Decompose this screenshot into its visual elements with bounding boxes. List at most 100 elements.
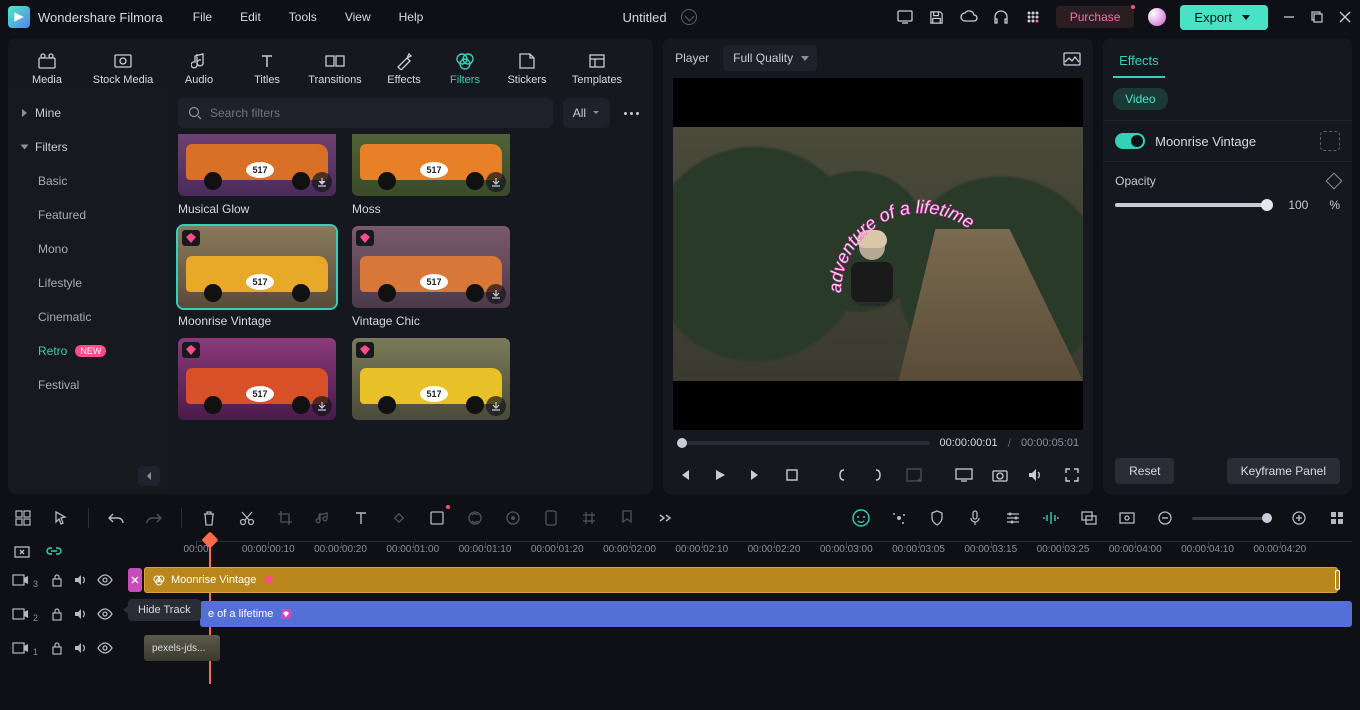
prev-frame-button[interactable]: [673, 464, 695, 486]
mute-track-button[interactable]: [73, 572, 89, 588]
tab-filters[interactable]: Filters: [436, 44, 494, 90]
opacity-slider[interactable]: [1115, 203, 1267, 207]
color-sync-icon[interactable]: [464, 507, 486, 529]
download-icon[interactable]: [312, 396, 332, 416]
render-icon[interactable]: [1116, 507, 1138, 529]
marker-icon[interactable]: [616, 507, 638, 529]
hide-track-button[interactable]: [97, 606, 113, 622]
ai-assistant-icon[interactable]: [850, 507, 872, 529]
screen-icon[interactable]: [896, 8, 914, 26]
mark-out-button[interactable]: [867, 464, 889, 486]
cloud-icon[interactable]: [960, 8, 978, 26]
music-edit-icon[interactable]: [312, 507, 334, 529]
download-icon[interactable]: [486, 172, 506, 192]
fit-timeline-button[interactable]: [1326, 507, 1348, 529]
preview-viewport[interactable]: adventure of a lifetime: [673, 78, 1083, 430]
tab-media[interactable]: Media: [10, 44, 84, 90]
layers-icon[interactable]: [1078, 507, 1100, 529]
tab-stickers[interactable]: Stickers: [496, 44, 558, 90]
lock-track-button[interactable]: [49, 640, 65, 656]
snapshot-icon[interactable]: [1063, 50, 1081, 66]
cut-button[interactable]: [236, 507, 258, 529]
pointer-tool-icon[interactable]: [50, 507, 72, 529]
undo-button[interactable]: [105, 507, 127, 529]
tab-audio[interactable]: Audio: [162, 44, 236, 90]
redo-button[interactable]: [143, 507, 165, 529]
mic-icon[interactable]: [964, 507, 986, 529]
track-type-icon[interactable]: [12, 606, 28, 622]
sidebar-item-mine[interactable]: Mine: [8, 96, 168, 130]
headphones-icon[interactable]: [992, 8, 1010, 26]
tab-transitions[interactable]: Transitions: [298, 44, 372, 90]
layout-grid-icon[interactable]: [12, 507, 34, 529]
sidebar-sub-cinematic[interactable]: Cinematic: [8, 300, 168, 334]
beat-detect-icon[interactable]: [1040, 507, 1062, 529]
sidebar-collapse-button[interactable]: [138, 466, 160, 486]
export-button[interactable]: Export: [1180, 5, 1268, 30]
effect-reset-icon[interactable]: [1320, 131, 1340, 151]
display-mode-button[interactable]: [953, 464, 975, 486]
download-icon[interactable]: [312, 172, 332, 192]
tab-titles[interactable]: Titles: [238, 44, 296, 90]
crop-view-button[interactable]: [903, 464, 925, 486]
effect-clip[interactable]: Moonrise Vintage: [144, 567, 1338, 593]
effects-tab[interactable]: Effects: [1113, 45, 1165, 78]
link-tracks-button[interactable]: [44, 541, 64, 561]
filter-thumb-vintage-chic[interactable]: 517: [352, 226, 510, 308]
effect-clip-handle[interactable]: [128, 568, 142, 592]
zoom-in-button[interactable]: [1288, 507, 1310, 529]
shield-icon[interactable]: [926, 507, 948, 529]
crop-button[interactable]: [274, 507, 296, 529]
speed-button[interactable]: [426, 507, 448, 529]
mute-track-button[interactable]: [73, 606, 89, 622]
mask-icon[interactable]: [540, 507, 562, 529]
sidebar-sub-basic[interactable]: Basic: [8, 164, 168, 198]
sidebar-item-filters[interactable]: Filters: [8, 130, 168, 164]
filter-thumb[interactable]: 517: [178, 134, 336, 196]
sidebar-sub-retro[interactable]: RetroNEW: [8, 334, 168, 368]
minimize-button[interactable]: [1282, 10, 1296, 24]
filter-thumb[interactable]: 517: [178, 338, 336, 420]
track-type-icon[interactable]: [12, 572, 28, 588]
cloud-sync-icon[interactable]: [681, 9, 697, 25]
volume-button[interactable]: [1025, 464, 1047, 486]
color-wheel-icon[interactable]: [502, 507, 524, 529]
scrub-bar[interactable]: [677, 441, 929, 445]
mute-track-button[interactable]: [73, 640, 89, 656]
save-icon[interactable]: [928, 8, 946, 26]
download-icon[interactable]: [486, 284, 506, 304]
search-input[interactable]: [210, 106, 543, 120]
menu-help[interactable]: Help: [399, 10, 424, 24]
grid-settings-icon[interactable]: [578, 507, 600, 529]
more-options-button[interactable]: [620, 112, 643, 115]
search-box[interactable]: [178, 98, 553, 128]
keyframe-panel-button[interactable]: Keyframe Panel: [1227, 458, 1340, 484]
close-button[interactable]: [1338, 10, 1352, 24]
clip-resize-handle[interactable]: [1335, 570, 1340, 590]
quality-dropdown[interactable]: Full Quality: [723, 45, 817, 71]
video-clip[interactable]: pexels-jds...: [144, 635, 220, 661]
filter-scope-dropdown[interactable]: All: [563, 98, 610, 128]
download-icon[interactable]: [486, 396, 506, 416]
filter-thumb[interactable]: 517: [352, 134, 510, 196]
tab-templates[interactable]: Templates: [560, 44, 634, 90]
sidebar-sub-mono[interactable]: Mono: [8, 232, 168, 266]
sidebar-sub-featured[interactable]: Featured: [8, 198, 168, 232]
reset-button[interactable]: Reset: [1115, 458, 1174, 484]
timeline-ruler[interactable]: 00:0000:00:00:1000:00:00:2000:00:01:0000…: [196, 541, 1352, 561]
delete-button[interactable]: [198, 507, 220, 529]
lock-track-button[interactable]: [49, 572, 65, 588]
mark-in-button[interactable]: [831, 464, 853, 486]
text-tool-icon[interactable]: [350, 507, 372, 529]
tab-stock-media[interactable]: Stock Media: [86, 44, 160, 90]
stop-button[interactable]: [781, 464, 803, 486]
effect-toggle[interactable]: [1115, 133, 1145, 149]
player-tab[interactable]: Player: [675, 51, 709, 65]
video-subtab[interactable]: Video: [1113, 88, 1167, 110]
opacity-value[interactable]: 100: [1277, 198, 1319, 212]
menu-view[interactable]: View: [345, 10, 371, 24]
more-tools-button[interactable]: [654, 507, 676, 529]
camera-icon[interactable]: [989, 464, 1011, 486]
audio-mixer-icon[interactable]: [1002, 507, 1024, 529]
filter-thumb-moonrise-vintage[interactable]: 517: [178, 226, 336, 308]
